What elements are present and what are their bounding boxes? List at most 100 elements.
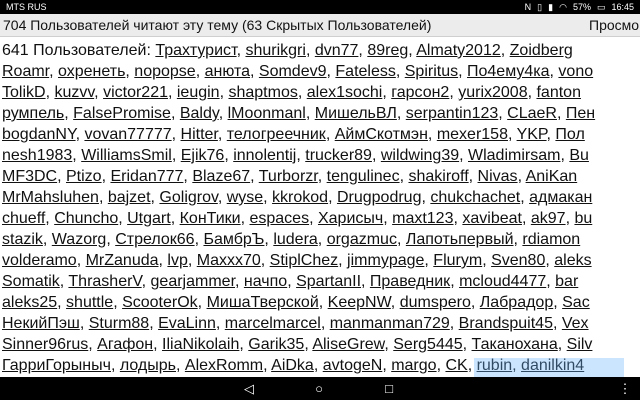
user-link[interactable]: Silv	[567, 336, 593, 353]
user-link[interactable]: maxt123	[392, 210, 453, 227]
user-link[interactable]: ГарриГорыныч	[2, 357, 111, 374]
user-link[interactable]: Sven80	[491, 252, 545, 269]
user-link[interactable]: gearjammer	[151, 273, 235, 290]
user-link[interactable]: Drugpodrug	[337, 189, 422, 206]
user-link[interactable]: yurix2008	[458, 84, 527, 101]
user-link[interactable]: Maxxx70	[197, 252, 261, 269]
user-link[interactable]: По4ему4ка	[467, 63, 550, 80]
user-link[interactable]: shurikgri	[245, 42, 305, 59]
view-link[interactable]: Просмо	[589, 14, 639, 36]
user-link[interactable]: Utgart	[127, 210, 171, 227]
user-link[interactable]: espaces	[249, 210, 309, 227]
user-link[interactable]: shaptmos	[228, 84, 297, 101]
user-link[interactable]: Wazorg	[52, 231, 107, 248]
user-link[interactable]: serpantin123	[406, 105, 499, 122]
user-link[interactable]: marcelmarcel	[225, 315, 321, 332]
user-link[interactable]: МишаТверской	[207, 294, 319, 311]
user-link[interactable]: Ejik76	[181, 147, 225, 164]
user-link[interactable]: vovan77777	[84, 126, 171, 143]
user-link[interactable]: bajzet	[108, 189, 151, 206]
user-link[interactable]: KeepNW	[328, 294, 391, 311]
user-link[interactable]: Sac	[562, 294, 590, 311]
user-link[interactable]: Bu	[569, 147, 589, 164]
user-link[interactable]: mexer158	[437, 126, 508, 143]
user-link[interactable]: dvn77	[315, 42, 359, 59]
user-link[interactable]: адмакан	[529, 189, 592, 206]
user-link[interactable]: начпо	[244, 273, 287, 290]
user-link[interactable]: trucker89	[305, 147, 372, 164]
user-link[interactable]: Nivas	[478, 168, 518, 185]
user-link[interactable]: телогреечник	[227, 126, 326, 143]
user-link[interactable]: lMoonmanl	[228, 105, 306, 122]
user-link[interactable]: chukchachet	[430, 189, 520, 206]
user-link[interactable]: Fateless	[335, 63, 395, 80]
user-link[interactable]: Wladimirsam	[468, 147, 560, 164]
user-link[interactable]: jimmypage	[347, 252, 424, 269]
user-link[interactable]: nopopse	[134, 63, 195, 80]
user-link[interactable]: AniKan	[526, 168, 578, 185]
user-link[interactable]: МишельВЛ	[315, 105, 397, 122]
user-link[interactable]: Brandspuit45	[459, 315, 553, 332]
user-link[interactable]: nesh1983	[2, 147, 72, 164]
user-link[interactable]: innolentij	[233, 147, 296, 164]
user-link[interactable]: 89reg	[367, 42, 408, 59]
user-link[interactable]: avtogeN	[323, 357, 383, 374]
user-link[interactable]: КонТики	[180, 210, 241, 227]
user-link[interactable]: Агафон	[97, 336, 153, 353]
user-link[interactable]: Sturm88	[89, 315, 149, 332]
user-link[interactable]: Лапотьпервый	[406, 231, 514, 248]
user-link[interactable]: CLaeR	[507, 105, 557, 122]
user-link[interactable]: volderamo	[2, 252, 77, 269]
user-link[interactable]: xavibeat	[462, 210, 522, 227]
user-link[interactable]: ieugin	[177, 84, 220, 101]
user-link[interactable]: aleks25	[2, 294, 57, 311]
user-link[interactable]: mcloud4477	[459, 273, 546, 290]
user-link[interactable]: YKP	[517, 126, 547, 143]
user-link[interactable]: bu	[574, 210, 592, 227]
user-link[interactable]: AiDka	[271, 357, 314, 374]
user-link[interactable]: Somatik	[2, 273, 60, 290]
user-link[interactable]: fanton	[536, 84, 580, 101]
user-link[interactable]: Chuncho	[54, 210, 118, 227]
user-link[interactable]: гарсон2	[391, 84, 449, 101]
user-link[interactable]: Flurym	[433, 252, 482, 269]
user-link[interactable]: ak97	[531, 210, 566, 227]
user-link[interactable]: Goligrov	[159, 189, 217, 206]
user-link[interactable]: Таканохана	[472, 336, 558, 353]
user-link[interactable]: rdiamon	[522, 231, 580, 248]
more-menu-icon[interactable]: ⋮	[616, 380, 634, 398]
user-link[interactable]: kkrokod	[272, 189, 328, 206]
user-link[interactable]: IliaNikolaih	[162, 336, 239, 353]
user-link[interactable]: ScooterOk	[122, 294, 198, 311]
user-link[interactable]: Пен	[566, 105, 595, 122]
user-link[interactable]: Праведник	[370, 273, 450, 290]
user-link[interactable]: stazik	[2, 231, 43, 248]
user-link[interactable]: FalsePromise	[73, 105, 171, 122]
user-link[interactable]: shakiroff	[408, 168, 468, 185]
user-link[interactable]: lvp	[167, 252, 187, 269]
user-link[interactable]: MrZanuda	[86, 252, 159, 269]
user-link[interactable]: EvaLinn	[158, 315, 216, 332]
user-link[interactable]: StiplChez	[270, 252, 338, 269]
user-link[interactable]: alex1sochi	[307, 84, 383, 101]
user-link[interactable]: AlexRomm	[185, 357, 263, 374]
user-link[interactable]: manmanman729	[330, 315, 450, 332]
user-link[interactable]: tengulinec	[327, 168, 400, 185]
user-link[interactable]: SpartanII	[296, 273, 361, 290]
user-link[interactable]: Serg5445	[393, 336, 462, 353]
user-link[interactable]: охренеть	[58, 63, 125, 80]
user-link[interactable]: Baldy	[180, 105, 219, 122]
user-link[interactable]: Пол	[555, 126, 584, 143]
user-link[interactable]: Vex	[562, 315, 589, 332]
user-link[interactable]: CK	[445, 357, 467, 374]
user-link[interactable]: orgazmuc	[327, 231, 397, 248]
user-link[interactable]: ludera	[273, 231, 317, 248]
user-link[interactable]: AliseGrew	[312, 336, 384, 353]
user-link[interactable]: Blaze67	[192, 168, 250, 185]
user-link[interactable]: Стрелок66	[115, 231, 194, 248]
user-link[interactable]: Eridan777	[110, 168, 183, 185]
user-link[interactable]: Spiritus	[405, 63, 458, 80]
user-link[interactable]: WilliamsSmil	[81, 147, 172, 164]
user-link[interactable]: Roamr	[2, 63, 49, 80]
user-link[interactable]: dumspero	[400, 294, 471, 311]
